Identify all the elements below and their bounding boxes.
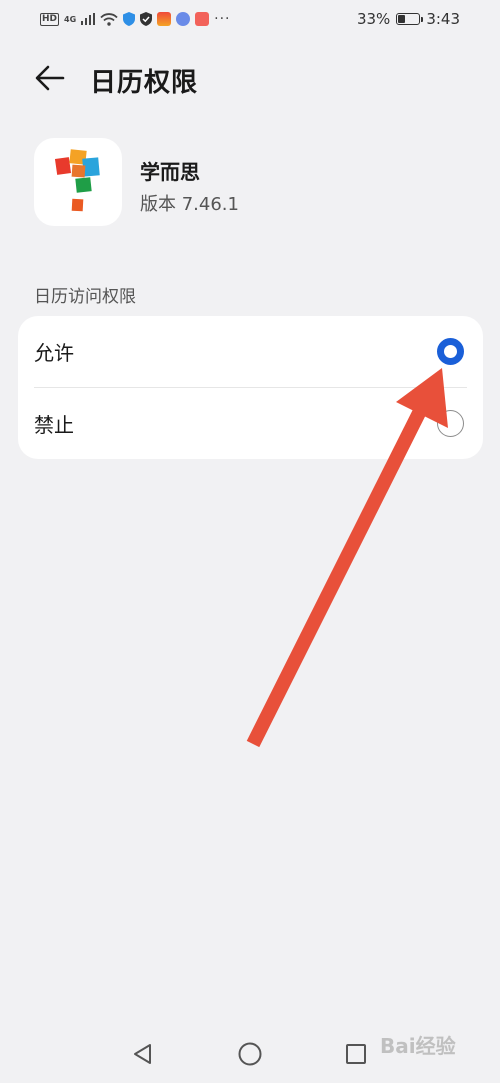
triangle-back-icon <box>134 1044 151 1064</box>
circle-home-icon <box>238 1042 262 1066</box>
battery-percent: 33% <box>356 10 391 28</box>
app-info: 学而思 版本 7.46.1 <box>34 138 474 228</box>
clock: 3:43 <box>426 10 460 28</box>
app-version: 版本 7.46.1 <box>140 194 239 215</box>
option-deny[interactable]: 禁止 <box>18 388 483 459</box>
shield-check-icon <box>140 12 153 26</box>
option-deny-label: 禁止 <box>34 413 74 437</box>
status-bar: HD 4G ··· 33% 3:43 <box>0 0 500 38</box>
nav-back-button[interactable] <box>129 1040 157 1068</box>
arrow-left-icon <box>35 65 65 91</box>
more-notifications-icon: ··· <box>214 11 231 27</box>
radio-deny[interactable] <box>437 410 464 437</box>
section-label: 日历访问权限 <box>34 287 136 307</box>
app-notification-icon-orange <box>157 12 172 26</box>
hd-badge: HD <box>40 12 60 26</box>
shield-blue-icon <box>123 12 136 26</box>
watermark: Bai经验 <box>380 1034 456 1058</box>
page-header: 日历权限 <box>0 52 500 104</box>
nav-home-button[interactable] <box>236 1040 264 1068</box>
app-notification-icon-music <box>176 12 191 26</box>
page-title: 日历权限 <box>90 68 199 98</box>
permission-options-card: 允许 禁止 <box>18 316 483 459</box>
app-name: 学而思 <box>140 160 200 184</box>
option-allow-label: 允许 <box>34 341 74 365</box>
radio-allow[interactable] <box>437 338 464 365</box>
network-type: 4G <box>64 14 77 24</box>
option-allow[interactable]: 允许 <box>18 316 483 387</box>
app-logo-icon <box>34 138 122 226</box>
nav-recent-button[interactable] <box>342 1040 370 1068</box>
wifi-icon <box>100 12 118 26</box>
battery-icon <box>396 13 424 25</box>
square-recent-icon <box>346 1044 366 1064</box>
back-button[interactable] <box>30 60 70 96</box>
status-left-icons: HD 4G ··· <box>40 11 231 27</box>
signal-icon <box>81 13 96 25</box>
status-right-icons: 33% 3:43 <box>357 10 460 28</box>
app-notification-icon-red <box>195 12 210 26</box>
